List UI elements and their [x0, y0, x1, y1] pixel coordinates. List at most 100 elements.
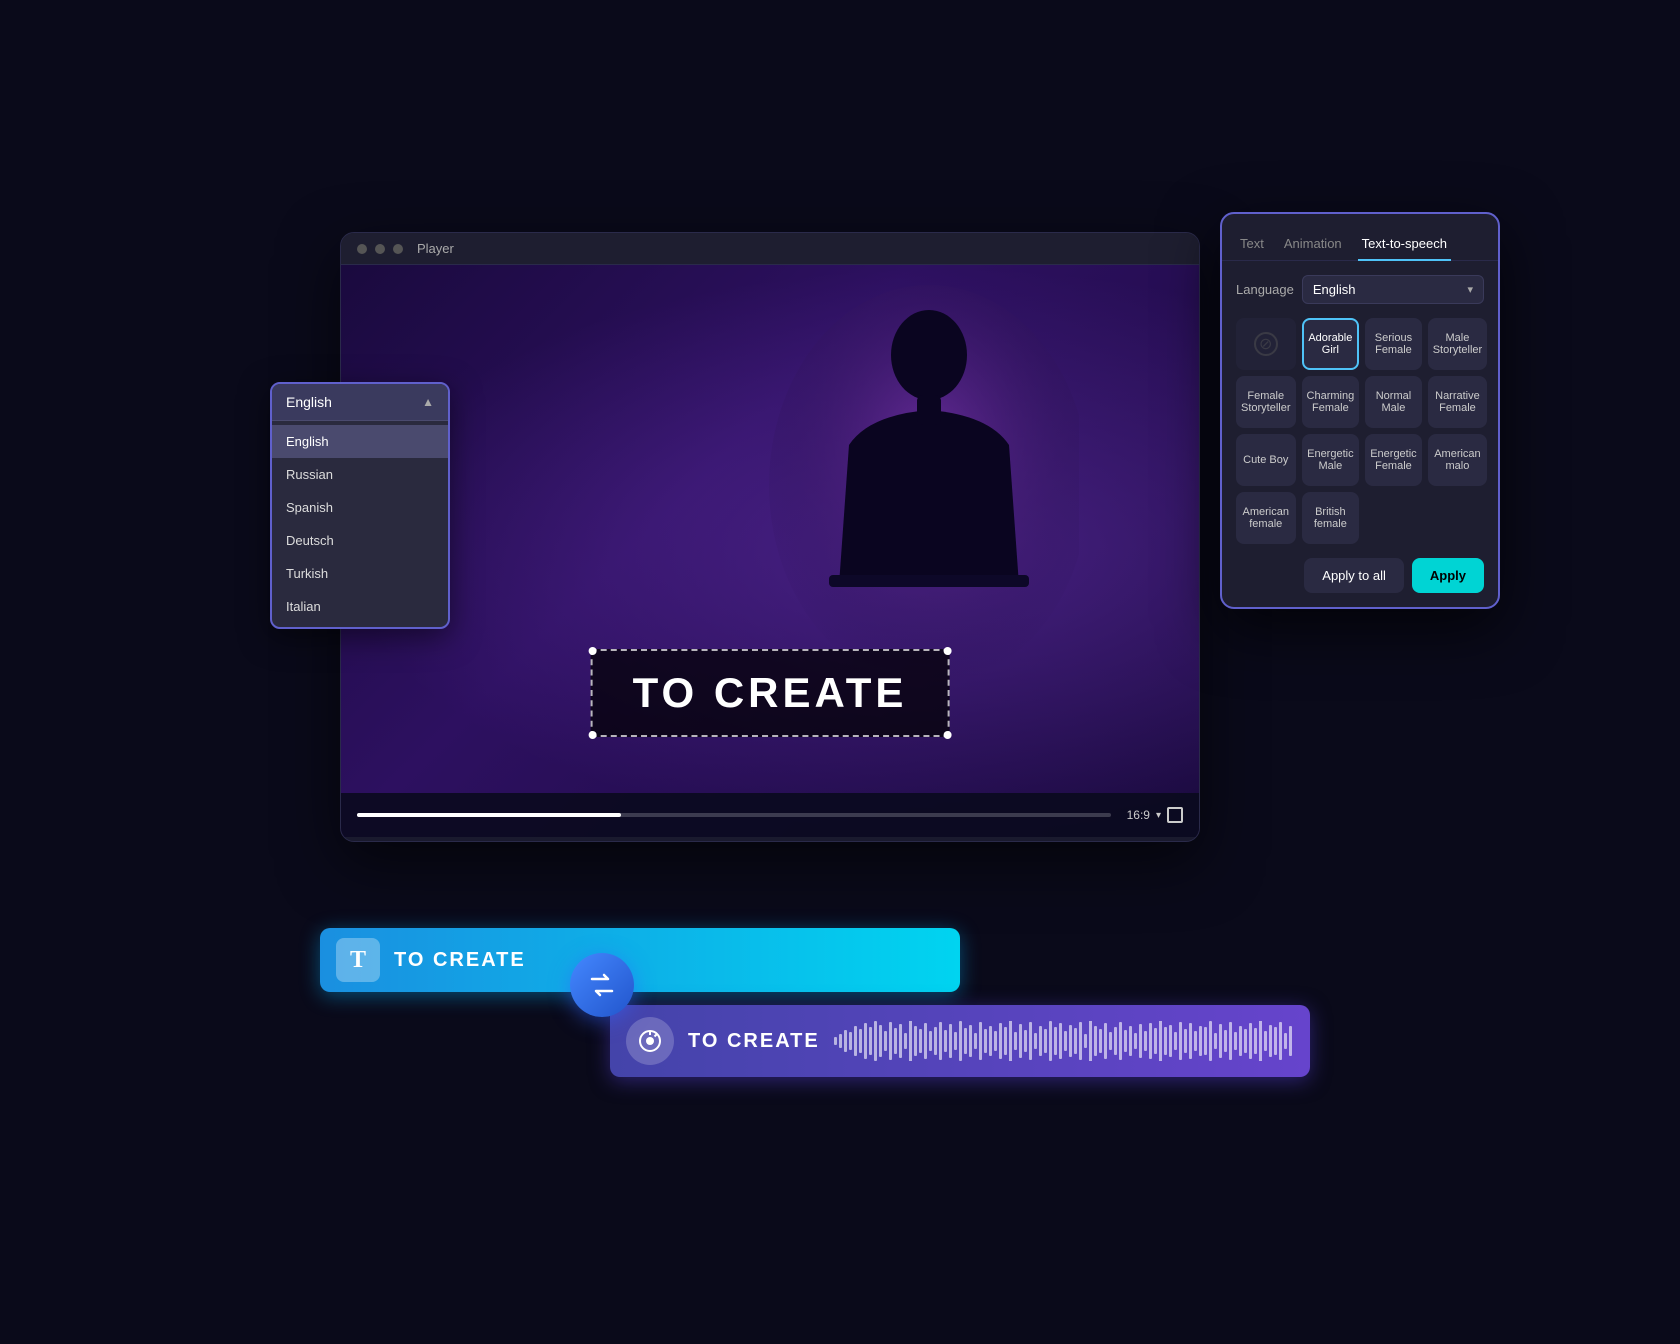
wave-bar — [1144, 1031, 1147, 1051]
voice-cell-american-female[interactable]: American female — [1236, 492, 1296, 544]
wave-bar — [919, 1029, 922, 1053]
wave-bar — [1259, 1021, 1262, 1061]
wave-bar — [1044, 1029, 1047, 1053]
wave-bar — [1074, 1028, 1077, 1054]
overlay-text: TO CREATE — [633, 669, 908, 716]
wave-bar — [954, 1032, 957, 1050]
handle-bottom-left[interactable] — [589, 731, 597, 739]
voice-cell-normal-male[interactable]: Normal Male — [1365, 376, 1421, 428]
handle-top-left[interactable] — [589, 647, 597, 655]
wave-bar — [1284, 1033, 1287, 1049]
lang-item-deutsch[interactable]: Deutsch — [272, 524, 448, 557]
voice-cell-male-storyteller[interactable]: Male Storyteller — [1428, 318, 1488, 370]
wave-bar — [1024, 1030, 1027, 1052]
lang-item-english[interactable]: English — [272, 425, 448, 458]
chevron-up-icon: ▲ — [422, 395, 434, 409]
wave-bar — [1209, 1021, 1212, 1061]
arrows-icon — [586, 969, 618, 1001]
wave-bar — [1219, 1024, 1222, 1058]
wave-bar — [934, 1027, 937, 1055]
voice-cell-empty2 — [1428, 492, 1488, 544]
wave-bar — [879, 1025, 882, 1057]
wave-bar — [1279, 1022, 1282, 1060]
voice-cell-adorable-girl[interactable]: Adorable Girl — [1302, 318, 1360, 370]
wave-bar — [899, 1024, 902, 1058]
lang-item-russian[interactable]: Russian — [272, 458, 448, 491]
player-titlebar: Player — [341, 233, 1199, 265]
wave-bar — [889, 1022, 892, 1060]
wave-bar — [854, 1026, 857, 1056]
text-track-icon: T — [336, 938, 380, 982]
wave-bar — [914, 1026, 917, 1056]
switch-icon[interactable] — [570, 953, 634, 1017]
chevron-down-icon: ▾ — [1156, 810, 1161, 821]
wave-bar — [994, 1031, 997, 1051]
chevron-down-icon: ▾ — [1467, 283, 1473, 296]
wave-bar — [1159, 1021, 1162, 1061]
wave-bar — [1189, 1023, 1192, 1059]
handle-bottom-right[interactable] — [943, 731, 951, 739]
language-dropdown[interactable]: English ▲ English Russian Spanish Deutsc… — [270, 382, 450, 629]
wave-bar — [1034, 1033, 1037, 1049]
player-text-overlay[interactable]: TO CREATE — [591, 649, 950, 737]
wave-bar — [1019, 1024, 1022, 1058]
apply-to-all-button[interactable]: Apply to all — [1304, 558, 1404, 593]
voice-cell-empty1 — [1365, 492, 1421, 544]
voice-cell-american-malo[interactable]: American malo — [1428, 434, 1488, 486]
apply-button[interactable]: Apply — [1412, 558, 1484, 593]
tab-text-to-speech[interactable]: Text-to-speech — [1358, 228, 1451, 261]
voice-cell-charming-female[interactable]: Charming Female — [1302, 376, 1360, 428]
player-content: TO CREATE 16:9 ▾ — [341, 265, 1199, 837]
wave-bar — [1234, 1032, 1237, 1050]
voice-cell-serious-female[interactable]: Serious Female — [1365, 318, 1421, 370]
voice-cell-cute-boy[interactable]: Cute Boy — [1236, 434, 1296, 486]
voice-cell-disabled: ⊘ — [1236, 318, 1296, 370]
audio-track[interactable]: TO CREATE — [610, 1005, 1310, 1077]
wave-bar — [1249, 1023, 1252, 1059]
no-voice-icon: ⊘ — [1254, 332, 1278, 356]
wave-bar — [1119, 1022, 1122, 1060]
timeline-bar[interactable] — [357, 813, 1111, 817]
tts-actions: Apply to all Apply — [1236, 558, 1484, 593]
voice-cell-energetic-female[interactable]: Energetic Female — [1365, 434, 1421, 486]
voice-cell-narrative-female[interactable]: Narrative Female — [1428, 376, 1488, 428]
wave-bar — [849, 1032, 852, 1050]
audio-icon — [636, 1027, 664, 1055]
fullscreen-icon[interactable] — [1167, 807, 1183, 823]
wave-bar — [1039, 1026, 1042, 1056]
lang-item-spanish[interactable]: Spanish — [272, 491, 448, 524]
wave-bar — [1174, 1032, 1177, 1050]
wave-bar — [894, 1028, 897, 1054]
handle-top-right[interactable] — [943, 647, 951, 655]
wave-bar — [949, 1024, 952, 1058]
player-bottom-bar: 16:9 ▾ — [341, 793, 1199, 837]
tts-lang-row: Language English ▾ — [1236, 275, 1484, 304]
wave-bar — [844, 1030, 847, 1052]
tts-lang-select[interactable]: English ▾ — [1302, 275, 1484, 304]
tab-text[interactable]: Text — [1236, 228, 1268, 261]
lang-item-italian[interactable]: Italian — [272, 590, 448, 623]
wave-bar — [969, 1025, 972, 1057]
aspect-ratio[interactable]: 16:9 ▾ — [1127, 807, 1183, 823]
voice-cell-energetic-male[interactable]: Energetic Male — [1302, 434, 1360, 486]
wave-bar — [884, 1031, 887, 1051]
wave-bar — [1204, 1027, 1207, 1055]
wave-bar — [959, 1021, 962, 1061]
wave-bar — [859, 1029, 862, 1053]
lang-item-turkish[interactable]: Turkish — [272, 557, 448, 590]
window-dot — [375, 244, 385, 254]
voice-cell-female-storyteller[interactable]: Female Storyteller — [1236, 376, 1296, 428]
player-title: Player — [417, 241, 454, 256]
lang-dropdown-header[interactable]: English ▲ — [272, 384, 448, 421]
text-track[interactable]: T TO CREATE — [320, 928, 960, 992]
wave-bar — [1194, 1031, 1197, 1051]
wave-bar — [1184, 1029, 1187, 1053]
voice-cell-british-female[interactable]: British female — [1302, 492, 1360, 544]
wave-bar — [904, 1033, 907, 1049]
tab-animation[interactable]: Animation — [1280, 228, 1346, 261]
wave-bar — [1239, 1026, 1242, 1056]
wave-bar — [1269, 1025, 1272, 1057]
wave-bar — [1124, 1030, 1127, 1052]
wave-bar — [1289, 1026, 1292, 1056]
wave-bar — [1059, 1023, 1062, 1059]
